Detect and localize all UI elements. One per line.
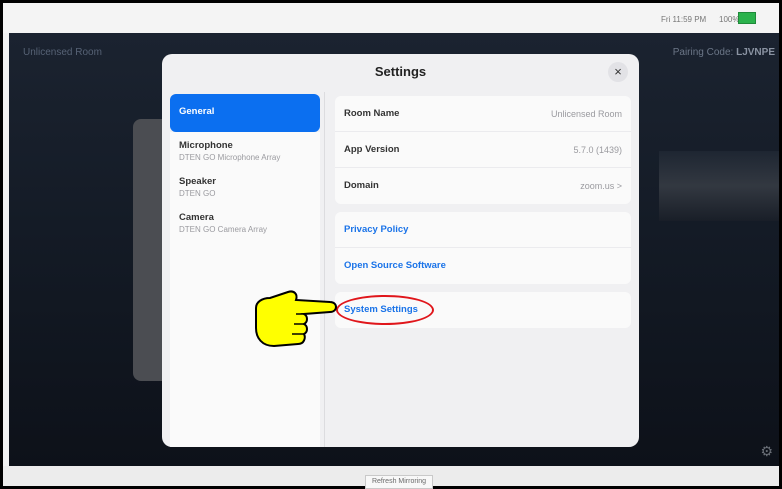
privacy-policy-link[interactable]: Privacy Policy — [335, 212, 631, 248]
battery-percent: 100% — [719, 15, 740, 24]
sidebar-item-subtitle: DTEN GO Camera Array — [179, 225, 268, 234]
pointing-hand-icon — [255, 290, 337, 348]
sidebar-item-label: Speaker — [179, 176, 216, 187]
sidebar-item-microphone[interactable]: Microphone DTEN GO Microphone Array — [170, 132, 320, 168]
divider — [324, 92, 325, 447]
app-version-row: App Version 5.7.0 (1439) — [335, 132, 631, 168]
info-card: Room Name Unlicensed Room App Version 5.… — [335, 96, 631, 204]
modal-title: Settings — [374, 64, 427, 79]
row-label: Domain — [344, 180, 379, 191]
settings-sidebar: General Microphone DTEN GO Microphone Ar… — [170, 94, 320, 240]
sidebar-item-subtitle: DTEN GO Microphone Array — [179, 153, 281, 162]
refresh-mirroring-button[interactable]: Refresh Mirroring — [365, 475, 433, 489]
room-name-label: Unlicensed Room — [23, 47, 102, 58]
pairing-code-value: LJVNPE — [736, 47, 775, 58]
pairing-label: Pairing Code: — [672, 47, 734, 58]
battery-icon — [738, 12, 756, 24]
row-value: zoom.us > — [580, 181, 622, 191]
row-label: App Version — [344, 144, 400, 155]
pairing-code: Pairing Code: LJVNPE — [673, 47, 775, 58]
links-card: Privacy Policy Open Source Software — [335, 212, 631, 284]
sidebar-item-speaker[interactable]: Speaker DTEN GO — [170, 168, 320, 204]
highlight-circle — [336, 295, 434, 325]
sidebar-item-label: Camera — [179, 212, 214, 223]
open-source-software-link[interactable]: Open Source Software — [335, 248, 631, 284]
domain-row[interactable]: Domain zoom.us > — [335, 168, 631, 204]
gear-icon[interactable]: ⚙ — [760, 443, 773, 460]
settings-modal: Settings × General Microphone DTEN GO Mi… — [162, 54, 639, 447]
city-image — [659, 151, 779, 221]
close-button[interactable]: × — [608, 62, 628, 82]
row-label: Room Name — [344, 108, 400, 119]
room-name-row: Room Name Unlicensed Room — [335, 96, 631, 132]
sidebar-item-camera[interactable]: Camera DTEN GO Camera Array — [170, 204, 320, 240]
status-bar: Fri 11:59 PM 100% — [3, 3, 779, 33]
link-label: Privacy Policy — [344, 224, 409, 235]
status-time: Fri 11:59 PM — [661, 15, 707, 24]
row-value: 5.7.0 (1439) — [573, 145, 622, 155]
sidebar-item-general[interactable]: General — [170, 94, 320, 132]
settings-content: Room Name Unlicensed Room App Version 5.… — [335, 96, 631, 328]
row-value: Unlicensed Room — [550, 109, 622, 119]
sidebar-item-subtitle: DTEN GO — [179, 189, 216, 198]
link-label: Open Source Software — [344, 260, 446, 271]
sidebar-item-label: Microphone — [179, 140, 233, 151]
sidebar-item-label: General — [179, 106, 215, 117]
